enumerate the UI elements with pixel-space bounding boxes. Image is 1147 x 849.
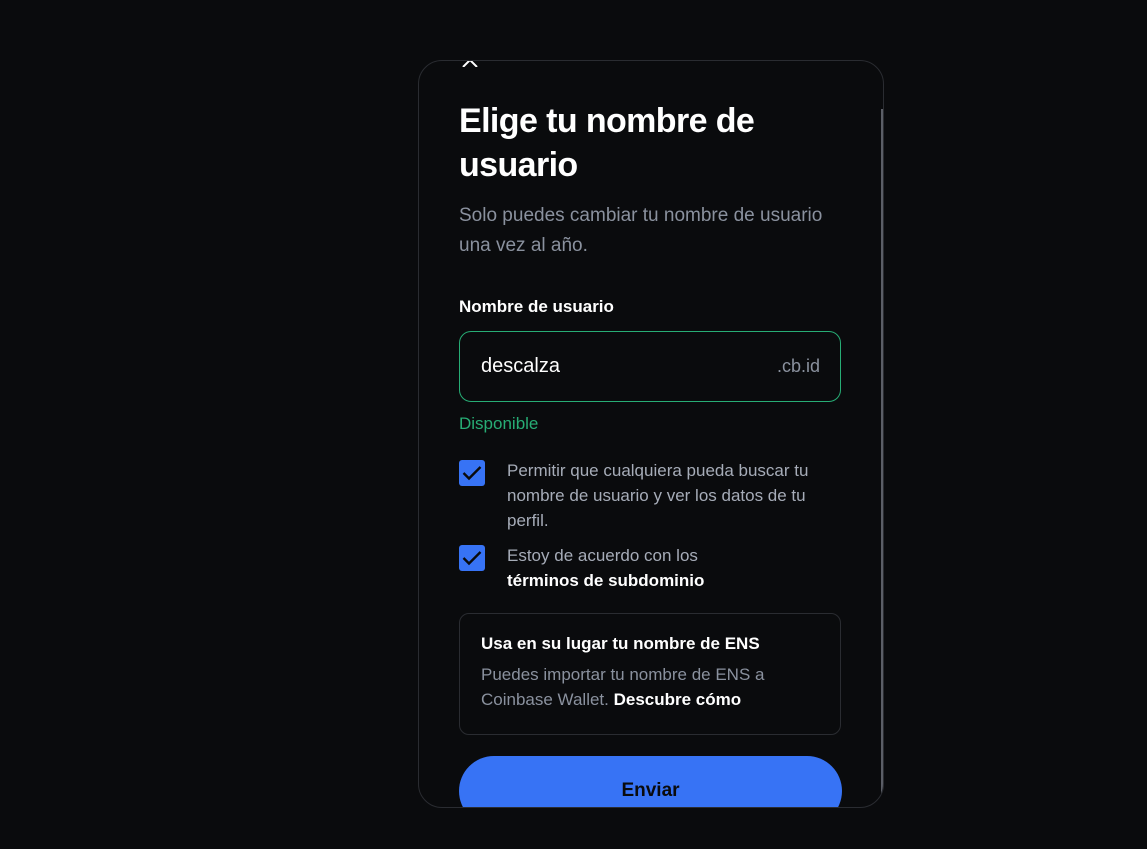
modal-content: Elige tu nombre de usuario Solo puedes c… (459, 99, 843, 807)
terms-intro: Estoy de acuerdo con los (507, 546, 698, 565)
username-input[interactable]: descalza (481, 355, 777, 378)
username-suffix: .cb.id (776, 356, 820, 376)
ens-card: Usa en su lugar tu nombre de ENS Puedes … (459, 613, 841, 735)
searchable-consent-text: Permitir que cualquiera pueda buscar tu … (507, 461, 809, 530)
ens-learn-more-link[interactable]: Descubre cómo (614, 690, 742, 709)
scrollbar[interactable] (881, 109, 883, 807)
ens-title: Usa en su lugar tu nombre de ENS (481, 634, 760, 653)
submit-button[interactable]: Enviar (459, 756, 842, 807)
terms-consent-row[interactable]: Estoy de acuerdo con los términos de sub… (459, 543, 843, 593)
username-modal: Elige tu nombre de usuario Solo puedes c… (418, 60, 884, 808)
searchable-checkbox[interactable] (459, 460, 485, 486)
terms-checkbox[interactable] (459, 545, 485, 571)
terms-link[interactable]: términos de subdominio (507, 571, 704, 590)
terms-consent-text: Estoy de acuerdo con los términos de sub… (507, 543, 843, 593)
checkmark-icon (462, 551, 482, 566)
checkmark-icon (462, 466, 482, 481)
ens-description: Puedes importar tu nombre de ENS a Coinb… (481, 662, 820, 712)
username-field[interactable]: descalza .cb.id (459, 331, 841, 402)
page-subtitle: Solo puedes cambiar tu nombre de usuario… (459, 205, 823, 256)
close-icon[interactable] (461, 60, 479, 67)
page-title: Elige tu nombre de usuario (459, 102, 755, 184)
searchable-consent-row[interactable]: Permitir que cualquiera pueda buscar tu … (459, 458, 843, 533)
username-label: Nombre de usuario (459, 297, 614, 316)
availability-status: Disponible (459, 414, 539, 433)
